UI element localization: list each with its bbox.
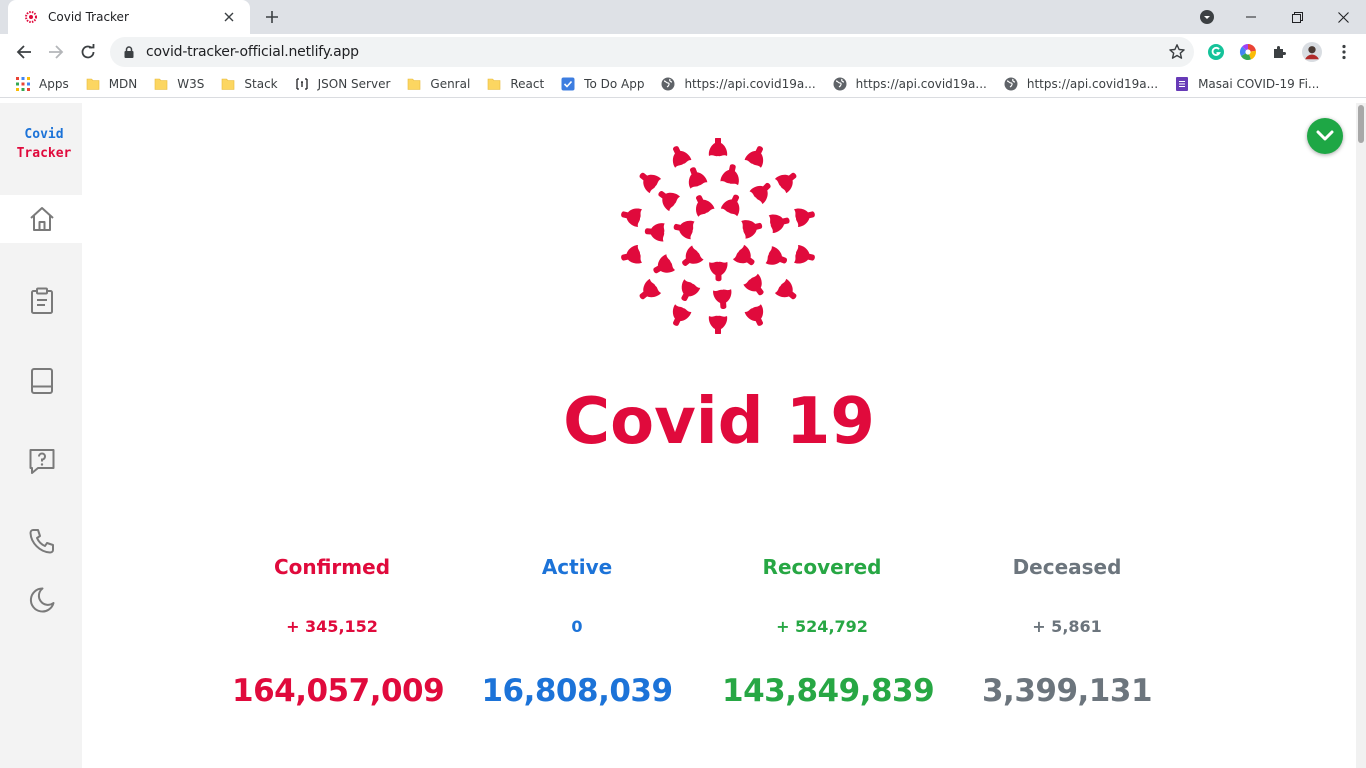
- stat-total: 16,808,039: [481, 673, 673, 709]
- coronavirus-logo: [618, 136, 818, 336]
- globe-icon: [833, 77, 847, 91]
- bookmark-react[interactable]: React: [487, 70, 544, 98]
- bookmark-label: https://api.covid19a...: [1026, 76, 1159, 91]
- bookmark-apps[interactable]: Apps: [16, 70, 69, 98]
- bookmark-label: https://api.covid19a...: [684, 76, 816, 91]
- page-heading: Covid 19: [563, 385, 875, 459]
- bookmark-label: Masai COVID-19 Fi...: [1198, 76, 1320, 91]
- lock-icon: [122, 45, 136, 59]
- help-message-icon[interactable]: [26, 445, 58, 477]
- bookmark-api-covid-1[interactable]: https://api.covid19a...: [661, 70, 816, 98]
- bookmark-mdn[interactable]: MDN: [86, 70, 138, 98]
- stat-label: Confirmed: [273, 555, 391, 579]
- bookmark-masai-form[interactable]: Masai COVID-19 Fi...: [1175, 70, 1319, 98]
- bookmark-label: React: [510, 76, 545, 91]
- folder-icon: [221, 77, 235, 91]
- bookmark-label: JSON Server: [317, 76, 391, 91]
- sidebar: Covid Tracker: [0, 103, 82, 768]
- profile-avatar[interactable]: [1302, 42, 1322, 62]
- chevron-down-icon: [1316, 130, 1334, 141]
- folder-icon: [86, 77, 100, 91]
- bookmark-label: W3S: [177, 76, 205, 91]
- bookmark-api-covid-2[interactable]: https://api.covid19a...: [833, 70, 987, 98]
- moon-icon[interactable]: [26, 584, 58, 616]
- stat-delta: + 5,861: [1032, 617, 1102, 636]
- forward-arrow-icon[interactable]: [42, 38, 70, 66]
- bookmarks-bar: Apps MDN W3S Stack JSON Server Genral Re…: [0, 70, 1366, 98]
- folder-icon: [487, 77, 501, 91]
- bookmark-label: https://api.covid19a...: [855, 76, 987, 91]
- stat-total: 164,057,009: [232, 673, 445, 709]
- checkbox-icon: [561, 77, 575, 91]
- brand-logo[interactable]: Covid Tracker: [0, 125, 88, 163]
- restore-icon[interactable]: [1282, 0, 1312, 34]
- address-bar[interactable]: covid-tracker-official.netlify.app: [110, 37, 1194, 67]
- apps-grid-icon: [16, 76, 30, 91]
- new-tab-button[interactable]: [260, 5, 284, 29]
- virus-favicon-icon: [24, 10, 38, 24]
- stat-deceased: Deceased + 5,861 3,399,131: [967, 555, 1167, 715]
- bookmark-json-server[interactable]: JSON Server: [295, 70, 391, 98]
- dropdown-toggle-button[interactable]: [1307, 118, 1343, 154]
- stat-label: Deceased: [1012, 555, 1122, 579]
- url-text: covid-tracker-official.netlify.app: [146, 44, 359, 60]
- browser-menu-icon[interactable]: [1334, 42, 1354, 62]
- bookmark-label: To Do App: [584, 76, 645, 91]
- stat-delta: + 524,792: [776, 617, 868, 636]
- bookmark-api-covid-3[interactable]: https://api.covid19a...: [1004, 70, 1158, 98]
- minimize-icon[interactable]: [1236, 0, 1266, 34]
- tab-close-icon[interactable]: [220, 8, 238, 26]
- clipboard-icon[interactable]: [26, 285, 58, 317]
- page-content: Covid Tracker Covid 19 Confirmed + 345,1…: [0, 103, 1366, 768]
- folder-icon: [407, 77, 421, 91]
- reload-icon[interactable]: [74, 38, 102, 66]
- stat-total: 143,849,839: [722, 673, 935, 709]
- close-window-icon[interactable]: [1328, 0, 1358, 34]
- bookmark-label: Apps: [39, 76, 69, 91]
- tab-title: Covid Tracker: [48, 10, 129, 24]
- tab-strip: Covid Tracker: [0, 0, 1366, 34]
- stat-label: Active: [541, 555, 613, 579]
- phone-icon[interactable]: [26, 525, 58, 557]
- extensions-puzzle-icon[interactable]: [1270, 42, 1290, 62]
- bookmark-todo-app[interactable]: To Do App: [561, 70, 644, 98]
- book-icon[interactable]: [26, 365, 58, 397]
- json-server-icon: [295, 77, 309, 91]
- page-scrollbar[interactable]: [1356, 103, 1366, 768]
- stat-delta: + 345,152: [286, 617, 378, 636]
- form-icon: [1175, 76, 1189, 91]
- brand-line-tracker: Tracker: [16, 146, 72, 161]
- stat-confirmed: Confirmed + 345,152 164,057,009: [232, 555, 445, 715]
- stat-label: Recovered: [762, 555, 882, 579]
- bookmark-w3s[interactable]: W3S: [154, 70, 204, 98]
- browser-window: Covid Tracker covid-tracker-official.net…: [0, 0, 1366, 768]
- stat-delta: 0: [571, 617, 583, 636]
- globe-icon: [661, 77, 675, 91]
- back-arrow-icon[interactable]: [10, 38, 38, 66]
- bookmark-stack[interactable]: Stack: [221, 70, 278, 98]
- bookmark-genral[interactable]: Genral: [407, 70, 470, 98]
- browser-toolbar: covid-tracker-official.netlify.app: [0, 34, 1366, 70]
- bookmark-label: Genral: [430, 76, 471, 91]
- home-icon[interactable]: [26, 203, 58, 235]
- brand-line-covid: Covid: [24, 127, 64, 142]
- stat-active: Active 0 16,808,039: [477, 555, 677, 715]
- tab-covid-tracker[interactable]: Covid Tracker: [8, 0, 250, 34]
- bookmark-star-icon[interactable]: [1168, 43, 1186, 61]
- bookmark-label: Stack: [244, 76, 278, 91]
- profile-dropdown-icon[interactable]: [1196, 0, 1218, 34]
- stat-recovered: Recovered + 524,792 143,849,839: [722, 555, 935, 715]
- stat-total: 3,399,131: [981, 673, 1153, 709]
- bookmark-label: MDN: [108, 76, 138, 91]
- globe-icon: [1004, 77, 1018, 91]
- grammarly-extension-icon[interactable]: [1206, 42, 1226, 62]
- scrollbar-thumb[interactable]: [1358, 105, 1364, 143]
- folder-icon: [154, 77, 168, 91]
- color-picker-extension-icon[interactable]: [1238, 42, 1258, 62]
